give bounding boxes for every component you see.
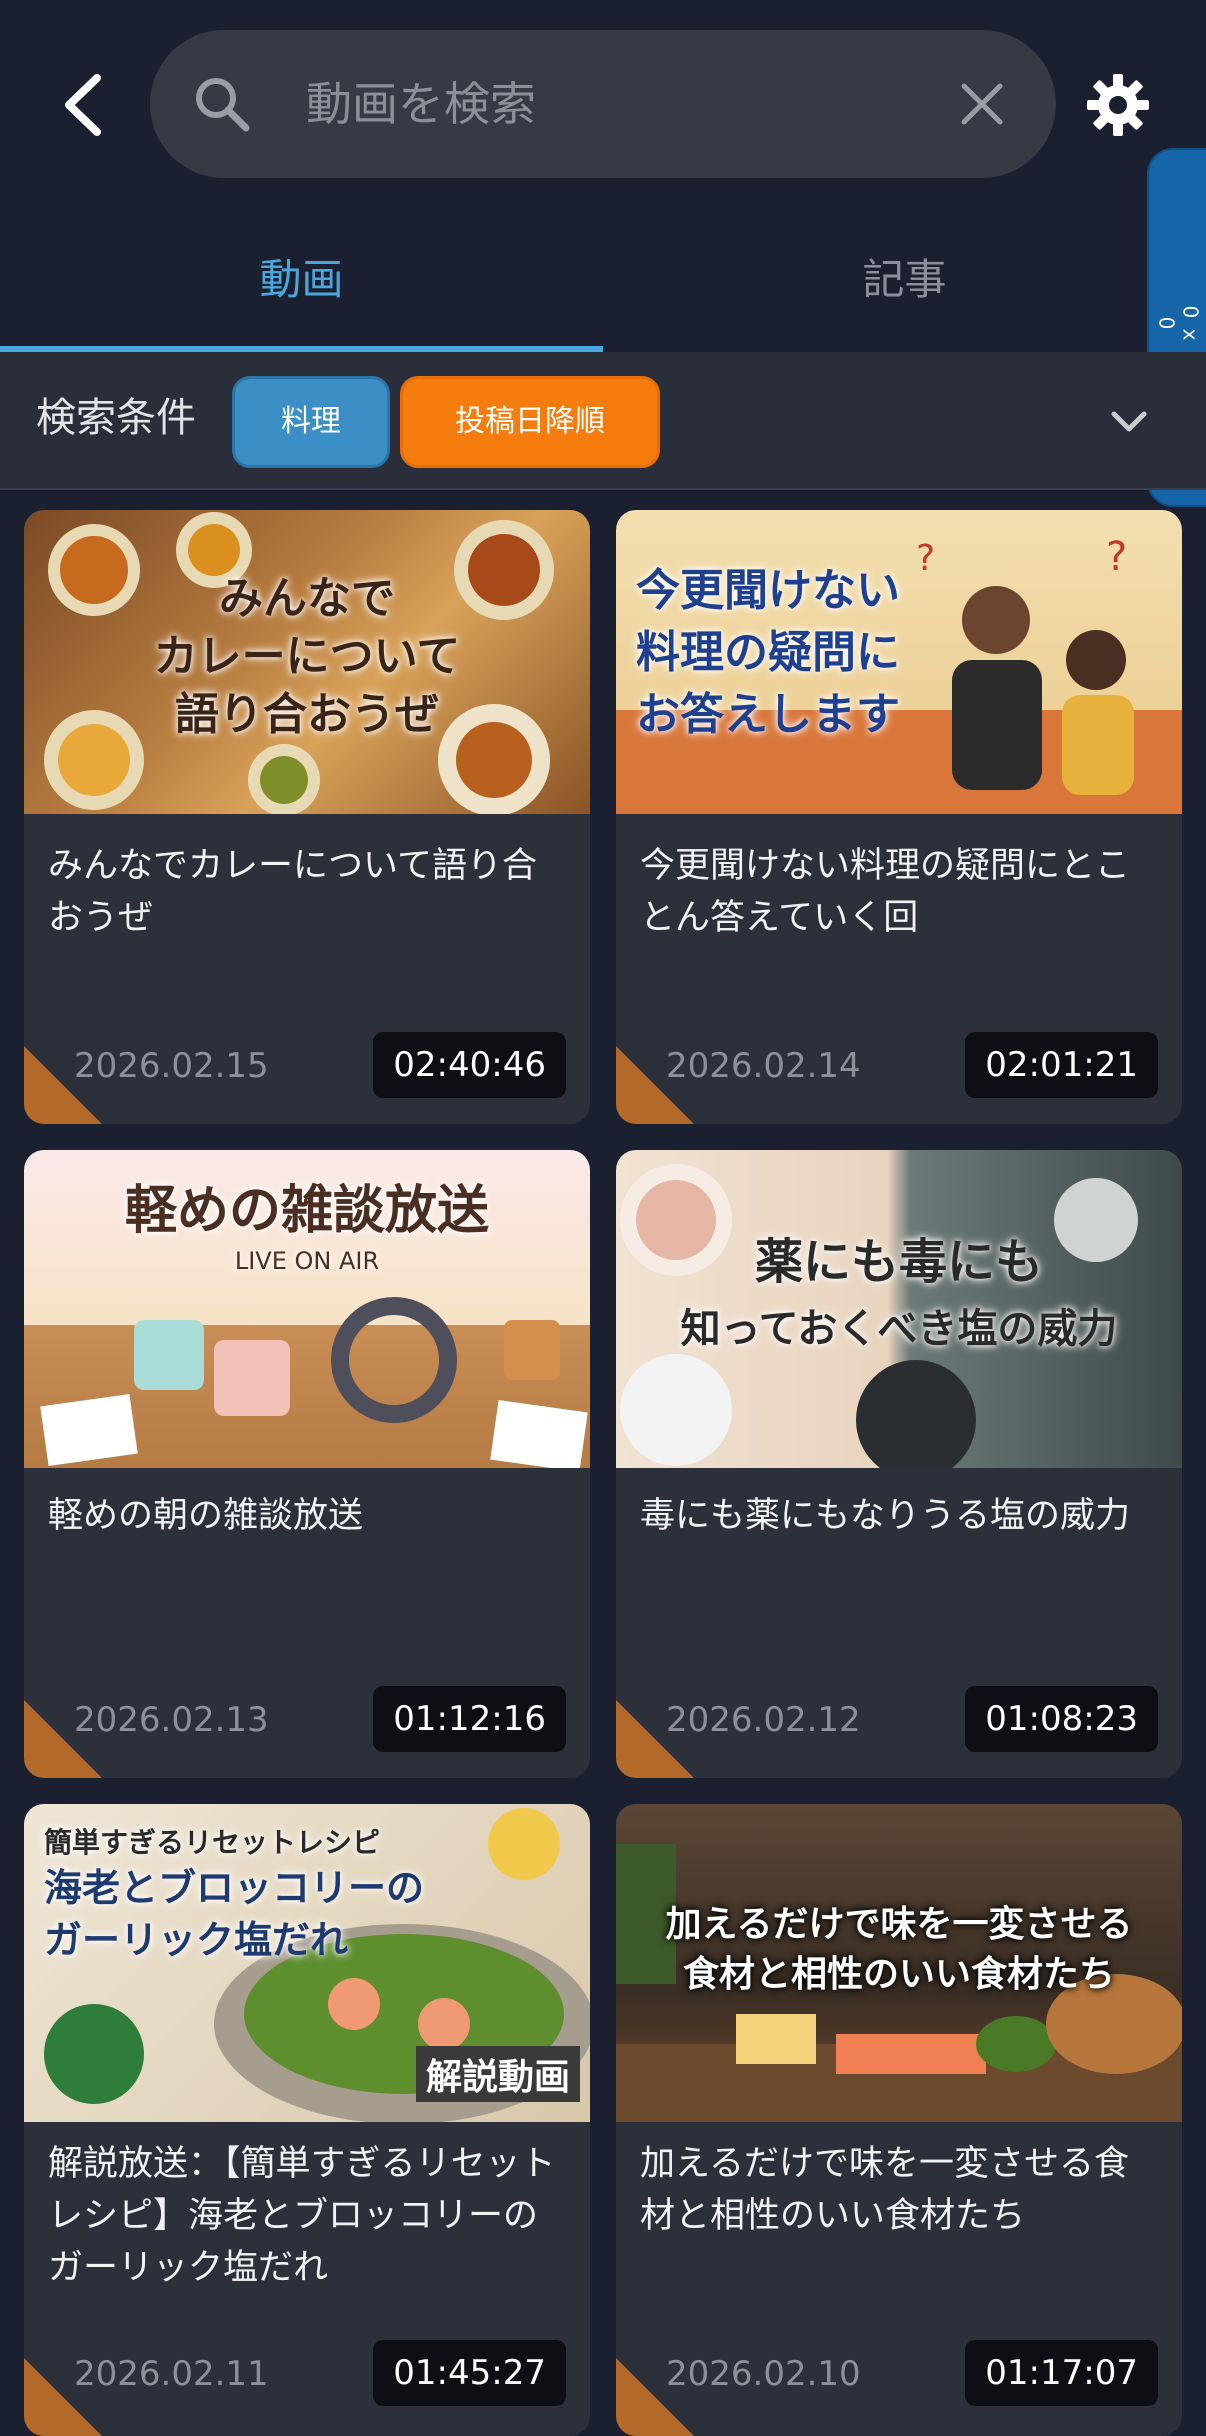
category-chip[interactable]: 料理 — [232, 376, 390, 468]
video-card[interactable]: みんなで カレーについて 語り合おうぜ みんなでカレーについて語り合おうぜ 2026… — [24, 510, 590, 1124]
corner-flag — [24, 2358, 102, 2436]
corner-flag — [616, 1046, 694, 1124]
tab-bar: 動画 記事 — [0, 212, 1206, 352]
chevron-down-icon[interactable] — [1108, 400, 1150, 442]
video-title: 軽めの朝の雑談放送 — [48, 1496, 364, 1536]
corner-flag — [24, 1700, 102, 1778]
corner-flag — [616, 2358, 694, 2436]
video-duration: 02:40:46 — [373, 1032, 566, 1098]
video-date: 2026.02.12 — [666, 1700, 861, 1740]
video-card[interactable]: 加えるだけで味を一変させる 食材と相性のいい食材たち 加えるだけで味を一変させる食… — [616, 1804, 1182, 2436]
video-thumbnail: ?? 今更聞けない 料理の疑問に お答えします — [616, 510, 1182, 814]
video-thumbnail: 軽めの雑談放送 LIVE ON AIR — [24, 1150, 590, 1468]
video-thumbnail: 薬にも毒にも 知っておくべき塩の威力 — [616, 1150, 1182, 1468]
search-conditions-bar[interactable]: 検索条件 料理 投稿日降順 — [0, 352, 1206, 490]
gear-icon[interactable] — [1085, 72, 1151, 138]
search-placeholder[interactable]: 動画を検索 — [306, 74, 536, 134]
video-date: 2026.02.11 — [74, 2354, 269, 2394]
video-card[interactable]: 薬にも毒にも 知っておくべき塩の威力 毒にも薬にもなりうる塩の威力 2026.02… — [616, 1150, 1182, 1778]
video-thumbnail: 加えるだけで味を一変させる 食材と相性のいい食材たち — [616, 1804, 1182, 2122]
video-title: 加えるだけで味を一変させる食材と相性のいい食材たち — [640, 2144, 1129, 2236]
thumbnail-caption: 軽めの雑談放送 LIVE ON AIR — [124, 1181, 489, 1275]
video-duration: 01:17:07 — [965, 2340, 1158, 2406]
corner-flag — [616, 1700, 694, 1778]
thumbnail-caption: 簡単すぎるリセットレシピ 海老とブロッコリーの ガーリック塩だれ — [44, 1826, 425, 1962]
top-bar: 動画を検索 — [0, 0, 1206, 200]
video-date: 2026.02.15 — [74, 1046, 269, 1086]
clear-icon[interactable] — [956, 78, 1008, 130]
thumbnail-caption: 加えるだけで味を一変させる 食材と相性のいい食材たち — [665, 1904, 1133, 1995]
search-conditions-label: 検索条件 — [36, 395, 196, 441]
video-date: 2026.02.10 — [666, 2354, 861, 2394]
video-title: みんなでカレーについて語り合おうぜ — [48, 846, 537, 938]
search-icon — [196, 78, 250, 132]
video-thumbnail: 簡単すぎるリセットレシピ 海老とブロッコリーの ガーリック塩だれ 解説動画 — [24, 1804, 590, 2122]
thumbnail-caption: 薬にも毒にも 知っておくべき塩の威力 — [680, 1234, 1118, 1352]
video-card[interactable]: 軽めの雑談放送 LIVE ON AIR 軽めの朝の雑談放送 2026.02.13 … — [24, 1150, 590, 1778]
video-duration: 02:01:21 — [965, 1032, 1158, 1098]
back-arrow-icon[interactable] — [55, 70, 115, 140]
video-duration: 01:45:27 — [373, 2340, 566, 2406]
video-title: 解説放送：【簡単すぎるリセットレシピ】海老とブロッコリーのガーリック塩だれ — [48, 2144, 556, 2288]
video-date: 2026.02.14 — [666, 1046, 861, 1086]
video-title: 毒にも薬にもなりうる塩の威力 — [640, 1496, 1131, 1536]
thumbnail-caption: みんなで カレーについて 語り合おうぜ — [153, 573, 461, 740]
tab-videos[interactable]: 動画 — [0, 212, 603, 352]
tab-videos-label: 動画 — [259, 255, 344, 304]
tab-articles-label: 記事 — [862, 255, 947, 304]
thumbnail-badge: 解説動画 — [415, 2046, 580, 2102]
video-thumbnail: みんなで カレーについて 語り合おうぜ — [24, 510, 590, 814]
tab-articles[interactable]: 記事 — [603, 212, 1206, 352]
corner-flag — [24, 1046, 102, 1124]
video-title: 今更聞けない料理の疑問にとことん答えていく回 — [640, 846, 1131, 938]
thumbnail-caption: 今更聞けない 料理の疑問に お答えします — [636, 565, 900, 740]
video-date: 2026.02.13 — [74, 1700, 269, 1740]
video-card[interactable]: ?? 今更聞けない 料理の疑問に お答えします 今更聞けない料理の疑問にとことん答え… — [616, 510, 1182, 1124]
search-field[interactable]: 動画を検索 — [150, 30, 1056, 178]
sort-chip[interactable]: 投稿日降順 — [400, 376, 660, 468]
video-duration: 01:12:16 — [373, 1686, 566, 1752]
video-duration: 01:08:23 — [965, 1686, 1158, 1752]
video-card[interactable]: 簡単すぎるリセットレシピ 海老とブロッコリーの ガーリック塩だれ 解説動画 解説放送… — [24, 1804, 590, 2436]
